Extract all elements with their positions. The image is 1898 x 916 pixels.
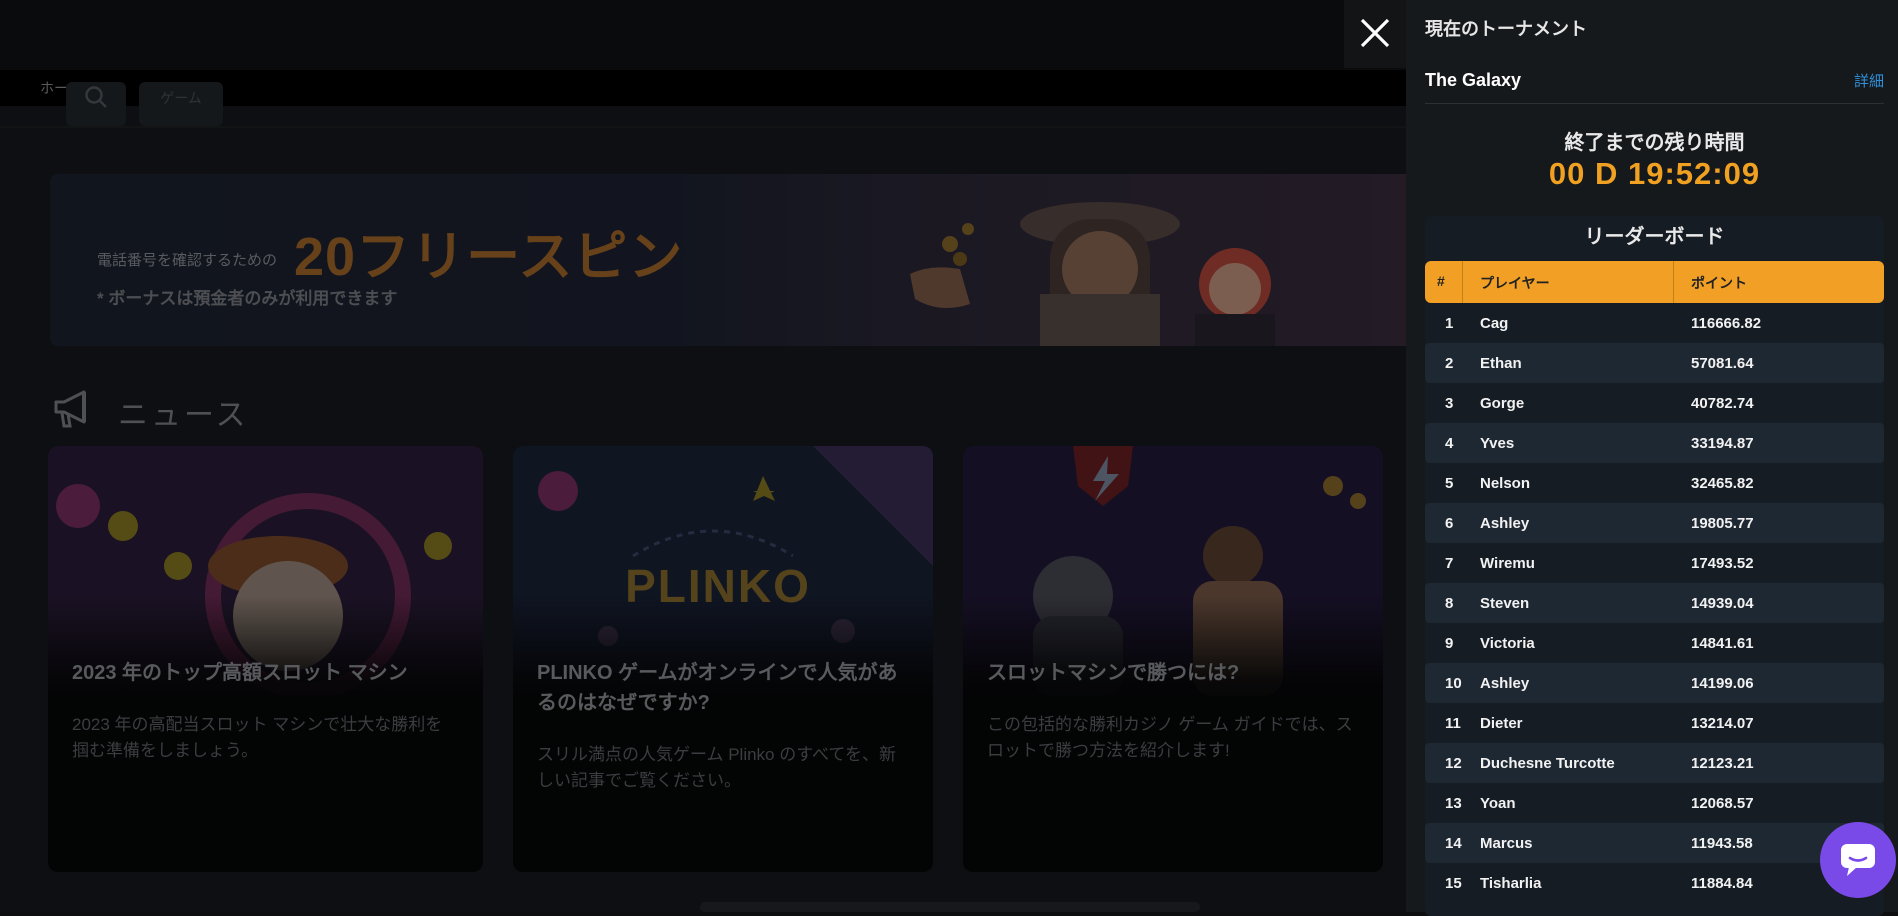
leaderboard-row: 3 Gorge 40782.74 <box>1425 383 1884 423</box>
row-points: 12123.21 <box>1691 755 1754 772</box>
leaderboard-row: 12 Duchesne Turcotte 12123.21 <box>1425 743 1884 783</box>
row-rank: 14 <box>1445 835 1462 852</box>
remaining-time-label: 終了までの残り時間 <box>1564 132 1745 154</box>
row-points: 14199.06 <box>1691 675 1754 692</box>
leaderboard-row: 15 Tisharlia 11884.84 <box>1425 863 1884 903</box>
row-player: Victoria <box>1480 635 1535 652</box>
row-player: Marcus <box>1480 835 1533 852</box>
header-player: プレイヤー <box>1480 275 1550 291</box>
leaderboard-row: 5 Nelson 32465.82 <box>1425 463 1884 503</box>
row-points: 11943.58 <box>1691 835 1753 852</box>
row-player: Ashley <box>1480 515 1530 532</box>
row-rank: 12 <box>1445 755 1462 772</box>
row-player: Ashley <box>1480 675 1530 692</box>
chat-button[interactable] <box>1820 822 1896 898</box>
leaderboard-row: 10 Ashley 14199.06 <box>1425 663 1884 703</box>
header-rank: # <box>1437 273 1445 289</box>
leaderboard-row: 11 Dieter 13214.07 <box>1425 703 1884 743</box>
row-points: 13214.07 <box>1691 715 1754 732</box>
row-rank: 11 <box>1445 715 1461 732</box>
row-rank: 3 <box>1445 395 1454 412</box>
row-points: 40782.74 <box>1691 395 1754 412</box>
leaderboard-row: 6 Ashley 19805.77 <box>1425 503 1884 543</box>
row-player: Yoan <box>1480 795 1516 812</box>
row-points: 116666.82 <box>1691 315 1762 332</box>
leaderboard-header: # プレイヤー ポイント <box>1425 261 1884 303</box>
row-rank: 1 <box>1445 315 1454 332</box>
row-player: Tisharlia <box>1480 875 1542 892</box>
leaderboard-row: 14 Marcus 11943.58 <box>1425 823 1884 863</box>
row-rank: 6 <box>1445 515 1454 532</box>
leaderboard-title: リーダーボード <box>1584 226 1725 248</box>
close-button[interactable] <box>1344 0 1406 68</box>
row-rank: 5 <box>1445 475 1454 492</box>
drawer-title: 現在のトーナメント <box>1425 19 1587 39</box>
row-rank: 10 <box>1445 675 1462 692</box>
row-rank: 7 <box>1445 555 1454 572</box>
leaderboard-row: 13 Yoan 12068.57 <box>1425 783 1884 823</box>
leaderboard: リーダーボード # プレイヤー ポイント 1 Cag 116666.82 2 Ethan… <box>1425 216 1884 916</box>
row-points: 19805.77 <box>1691 515 1754 532</box>
leaderboard-row: 1 Cag 116666.82 <box>1425 303 1884 343</box>
row-points: 14939.04 <box>1691 595 1754 612</box>
leaderboard-row: 8 Steven 14939.04 <box>1425 583 1884 623</box>
tournament-drawer: 現在のトーナメント The Galaxy 詳細 終了までの残り時間 00 D 1… <box>1406 0 1898 916</box>
divider <box>1425 103 1884 104</box>
row-rank: 15 <box>1445 875 1462 892</box>
row-player: Nelson <box>1480 475 1531 492</box>
row-rank: 13 <box>1445 795 1462 812</box>
leaderboard-row: 7 Wiremu 17493.52 <box>1425 543 1884 583</box>
row-points: 32465.82 <box>1691 475 1754 492</box>
row-points: 17493.52 <box>1691 555 1754 572</box>
row-rank: 4 <box>1445 435 1454 452</box>
row-points: 57081.64 <box>1691 355 1754 372</box>
row-points: 14841.61 <box>1691 635 1754 652</box>
row-player: Wiremu <box>1480 555 1535 572</box>
chat-icon <box>1841 844 1875 876</box>
row-rank: 9 <box>1445 635 1454 652</box>
row-player: Yves <box>1480 435 1515 452</box>
leaderboard-row: 4 Yves 33194.87 <box>1425 423 1884 463</box>
close-icon <box>1360 18 1390 48</box>
row-player: Dieter <box>1480 715 1523 732</box>
row-player: Cag <box>1480 315 1509 332</box>
countdown-timer: 00 D 19:52:09 <box>1548 156 1761 191</box>
row-player: Duchesne Turcotte <box>1480 755 1615 772</box>
row-player: Gorge <box>1480 395 1525 412</box>
row-points: 12068.57 <box>1691 795 1754 812</box>
row-rank: 8 <box>1445 595 1454 612</box>
row-rank: 2 <box>1445 355 1454 372</box>
details-link[interactable]: 詳細 <box>1854 70 1884 91</box>
header-separator <box>1462 261 1463 303</box>
tournament-name: The Galaxy <box>1425 70 1522 90</box>
row-player: Steven <box>1480 595 1530 612</box>
leaderboard-row: 9 Victoria 14841.61 <box>1425 623 1884 663</box>
row-points: 11884.84 <box>1691 875 1753 892</box>
header-points: ポイント <box>1691 275 1747 291</box>
leaderboard-row: 2 Ethan 57081.64 <box>1425 343 1884 383</box>
row-player: Ethan <box>1480 355 1522 372</box>
header-separator <box>1673 261 1674 303</box>
row-points: 33194.87 <box>1691 435 1754 452</box>
